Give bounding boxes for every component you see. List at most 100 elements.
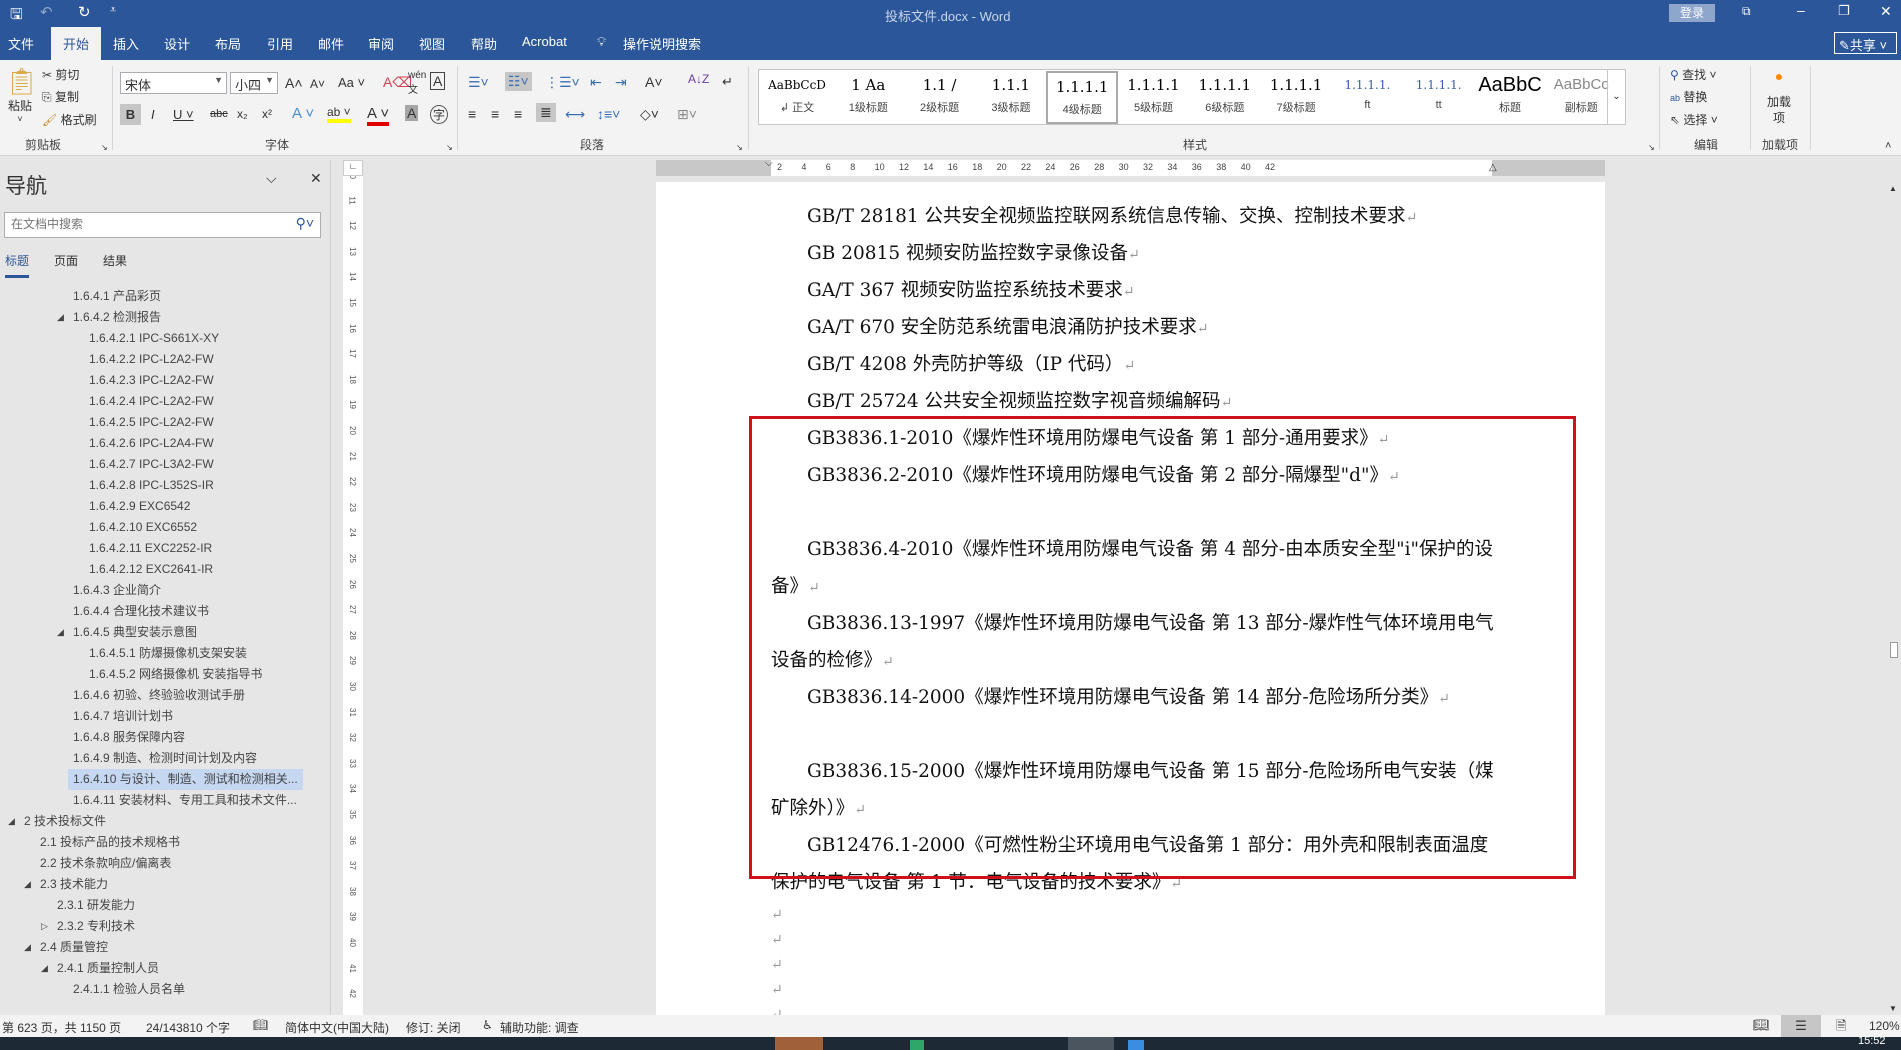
track-changes-status[interactable]: 修订: 关闭	[406, 1019, 461, 1036]
taskbar-app-icon[interactable]	[1128, 1040, 1144, 1050]
nav-item[interactable]: 1.6.4.8 服务保障内容	[68, 727, 185, 748]
font-size-select[interactable]: 小四 ▼	[230, 72, 278, 94]
nav-search-box[interactable]: ⚲˅	[4, 212, 321, 238]
tab-acrobat[interactable]: Acrobat	[522, 34, 567, 49]
tab-selector-icon[interactable]: ∟	[343, 160, 363, 176]
scroll-down-icon[interactable]: ▼	[1889, 1004, 1897, 1013]
nav-item[interactable]: 1.6.4.2.6 IPC-L2A4-FW	[84, 433, 214, 454]
style-7[interactable]: 1.1.1.1 7级标题	[1260, 71, 1332, 124]
copy-button[interactable]: ⎘ 复制	[42, 88, 79, 105]
nav-item[interactable]: 1.6.4.2.9 EXC6542	[84, 496, 190, 517]
search-icon[interactable]: ⚲˅	[296, 215, 314, 232]
nav-tab-headings[interactable]: 标题	[5, 252, 30, 278]
taskbar-app-icon[interactable]	[1068, 1037, 1114, 1050]
expanded-triangle-icon[interactable]: ◢	[41, 963, 48, 974]
tab-insert[interactable]: 插入	[113, 34, 139, 53]
style-4[interactable]: 1.1.1.1 4级标题	[1046, 71, 1119, 124]
decrease-indent-icon[interactable]: ⇤	[590, 74, 602, 91]
tab-review[interactable]: 审阅	[368, 34, 394, 53]
cut-button[interactable]: ✂ 剪切	[42, 66, 79, 83]
tab-references[interactable]: 引用	[267, 34, 293, 53]
text-effects-icon[interactable]: A ˅	[292, 105, 314, 122]
nav-item[interactable]: 1.6.4.2.7 IPC-L3A2-FW	[84, 454, 214, 475]
dialog-launcher-icon[interactable]: ↘	[101, 143, 108, 152]
justify-icon[interactable]: ≣	[536, 103, 556, 122]
replace-button[interactable]: ab 替换	[1670, 88, 1707, 105]
expanded-triangle-icon[interactable]: ◢	[57, 627, 64, 638]
nav-item[interactable]: 1.6.4.9 制造、检测时间计划及内容	[68, 748, 257, 769]
style-9[interactable]: 1.1.1.1. tt	[1403, 71, 1475, 124]
document-paragraph[interactable]: GB 20815 视频安防监控数字录像设备↵	[771, 235, 1499, 274]
zoom-level[interactable]: 120%	[1869, 1019, 1900, 1033]
gallery-more-icon[interactable]: ⌄	[1607, 70, 1625, 124]
bold-button[interactable]: B	[120, 104, 141, 125]
select-button[interactable]: ⇖ 选择 ˅	[1670, 111, 1718, 128]
vertical-scrollbar[interactable]: ▲ ▼	[1887, 182, 1901, 1015]
addins-button[interactable]: ● 加载项	[1762, 68, 1796, 126]
style-5[interactable]: 1.1.1.1 5级标题	[1118, 71, 1190, 124]
nav-item[interactable]: 1.6.4.5.1 防爆摄像机支架安装	[84, 643, 247, 664]
taskbar-app-icon[interactable]	[910, 1040, 924, 1050]
character-border-icon[interactable]: A	[430, 72, 446, 90]
tab-help[interactable]: 帮助	[471, 34, 497, 53]
read-mode-icon[interactable]: 📖︎	[1753, 1017, 1770, 1033]
dialog-launcher-icon[interactable]: ↘	[736, 143, 743, 152]
nav-item[interactable]: 1.6.4.2.2 IPC-L2A2-FW	[84, 349, 214, 370]
style-6[interactable]: 1.1.1.1 6级标题	[1189, 71, 1261, 124]
document-paragraph[interactable]: GB/T 28181 公共安全视频监控联网系统信息传输、交换、控制技术要求↵	[771, 198, 1499, 237]
increase-indent-icon[interactable]: ⇥	[615, 74, 627, 91]
numbering-icon[interactable]: ☷˅	[505, 72, 532, 91]
format-painter-button[interactable]: 🖌︎ 格式刷	[42, 111, 97, 128]
line-spacing-icon[interactable]: ↕≡˅	[597, 106, 620, 122]
language[interactable]: 简体中文(中国大陆)	[285, 1019, 389, 1036]
collapse-ribbon-icon[interactable]: ˄	[1885, 140, 1891, 152]
close-icon[interactable]: ✕	[1880, 3, 1892, 20]
document-paragraph[interactable]: GA/T 367 视频安防监控系统技术要求↵	[771, 272, 1499, 311]
nav-item[interactable]: 1.6.4.4 合理化技术建议书	[68, 601, 209, 622]
show-formatting-icon[interactable]: ↵	[722, 74, 733, 90]
change-case-icon[interactable]: Aa ˅	[338, 75, 365, 90]
tab-design[interactable]: 设计	[164, 34, 190, 53]
nav-item[interactable]: 2.4.1.1 检验人员名单	[68, 979, 185, 1000]
horizontal-ruler[interactable]: 2 4 6 8 10 12 14 16 18 20 22 24 26 28 30 32 34 36 38 40 42 ⌵…	[656, 158, 1605, 176]
scrollbar-thumb[interactable]	[1890, 642, 1898, 658]
nav-item[interactable]: 1.6.4.2.3 IPC-L2A2-FW	[84, 370, 214, 391]
style-2[interactable]: 1.1 / 2级标题	[904, 71, 976, 124]
page-count[interactable]: 第 623 页，共 1150 页	[2, 1019, 121, 1036]
font-name-select[interactable]: 宋体 ▼	[120, 72, 227, 94]
font-color-icon[interactable]: A ˅	[367, 105, 390, 126]
save-icon[interactable]: 🖫	[10, 4, 23, 29]
style-10[interactable]: AaBbC 标题	[1474, 71, 1546, 124]
nav-item[interactable]: 2.3 技术能力	[35, 874, 108, 895]
nav-item[interactable]: 1.6.4.2.8 IPC-L352S-IR	[84, 475, 214, 496]
undo-icon[interactable]: ↶	[40, 3, 53, 21]
subscript-button[interactable]: x₂	[237, 107, 248, 121]
tell-me-search[interactable]: 操作说明搜索	[623, 34, 701, 53]
nav-item[interactable]: 2.2 技术条款响应/偏离表	[35, 853, 171, 874]
nav-item[interactable]: 1.6.4.2.11 EXC2252-IR	[84, 538, 212, 559]
collapsed-triangle-icon[interactable]: ▷	[41, 921, 48, 932]
find-button[interactable]: ⚲ 查找 ˅	[1670, 66, 1717, 83]
nav-item[interactable]: 1.6.4.2.12 EXC2641-IR	[84, 559, 213, 580]
distributed-icon[interactable]: ⟷	[565, 106, 585, 123]
nav-item[interactable]: 2.4.1 质量控制人员	[52, 958, 159, 979]
share-button[interactable]: ✎共享 ˅	[1834, 32, 1897, 54]
print-layout-icon[interactable]: ☰	[1781, 1015, 1821, 1037]
bullets-icon[interactable]: ☰˅	[468, 74, 489, 91]
dialog-launcher-icon[interactable]: ↘	[1648, 143, 1655, 152]
web-layout-icon[interactable]: 🗎	[1836, 1017, 1846, 1039]
nav-tab-results[interactable]: 结果	[103, 252, 127, 269]
nav-options-icon[interactable]: ⌵	[266, 170, 277, 187]
empty-paragraph[interactable]: ↵	[771, 901, 1499, 928]
minimize-icon[interactable]: –	[1797, 2, 1805, 18]
accessibility-icon[interactable]: ♿︎	[482, 1018, 493, 1032]
scroll-up-icon[interactable]: ▲	[1889, 184, 1897, 193]
document-paragraph[interactable]: GB/T 4208 外壳防护等级（IP 代码）↵	[771, 346, 1499, 385]
tab-home[interactable]: 开始	[51, 27, 102, 60]
nav-item[interactable]: 2.1 投标产品的技术规格书	[35, 832, 180, 853]
redo-icon[interactable]: ↻	[78, 3, 91, 21]
tab-view[interactable]: 视图	[419, 34, 445, 53]
customize-toolbar-icon[interactable]: ⩡	[110, 4, 116, 17]
accessibility-status[interactable]: 辅助功能: 调查	[500, 1019, 579, 1036]
borders-icon[interactable]: ⊞˅	[677, 106, 697, 123]
